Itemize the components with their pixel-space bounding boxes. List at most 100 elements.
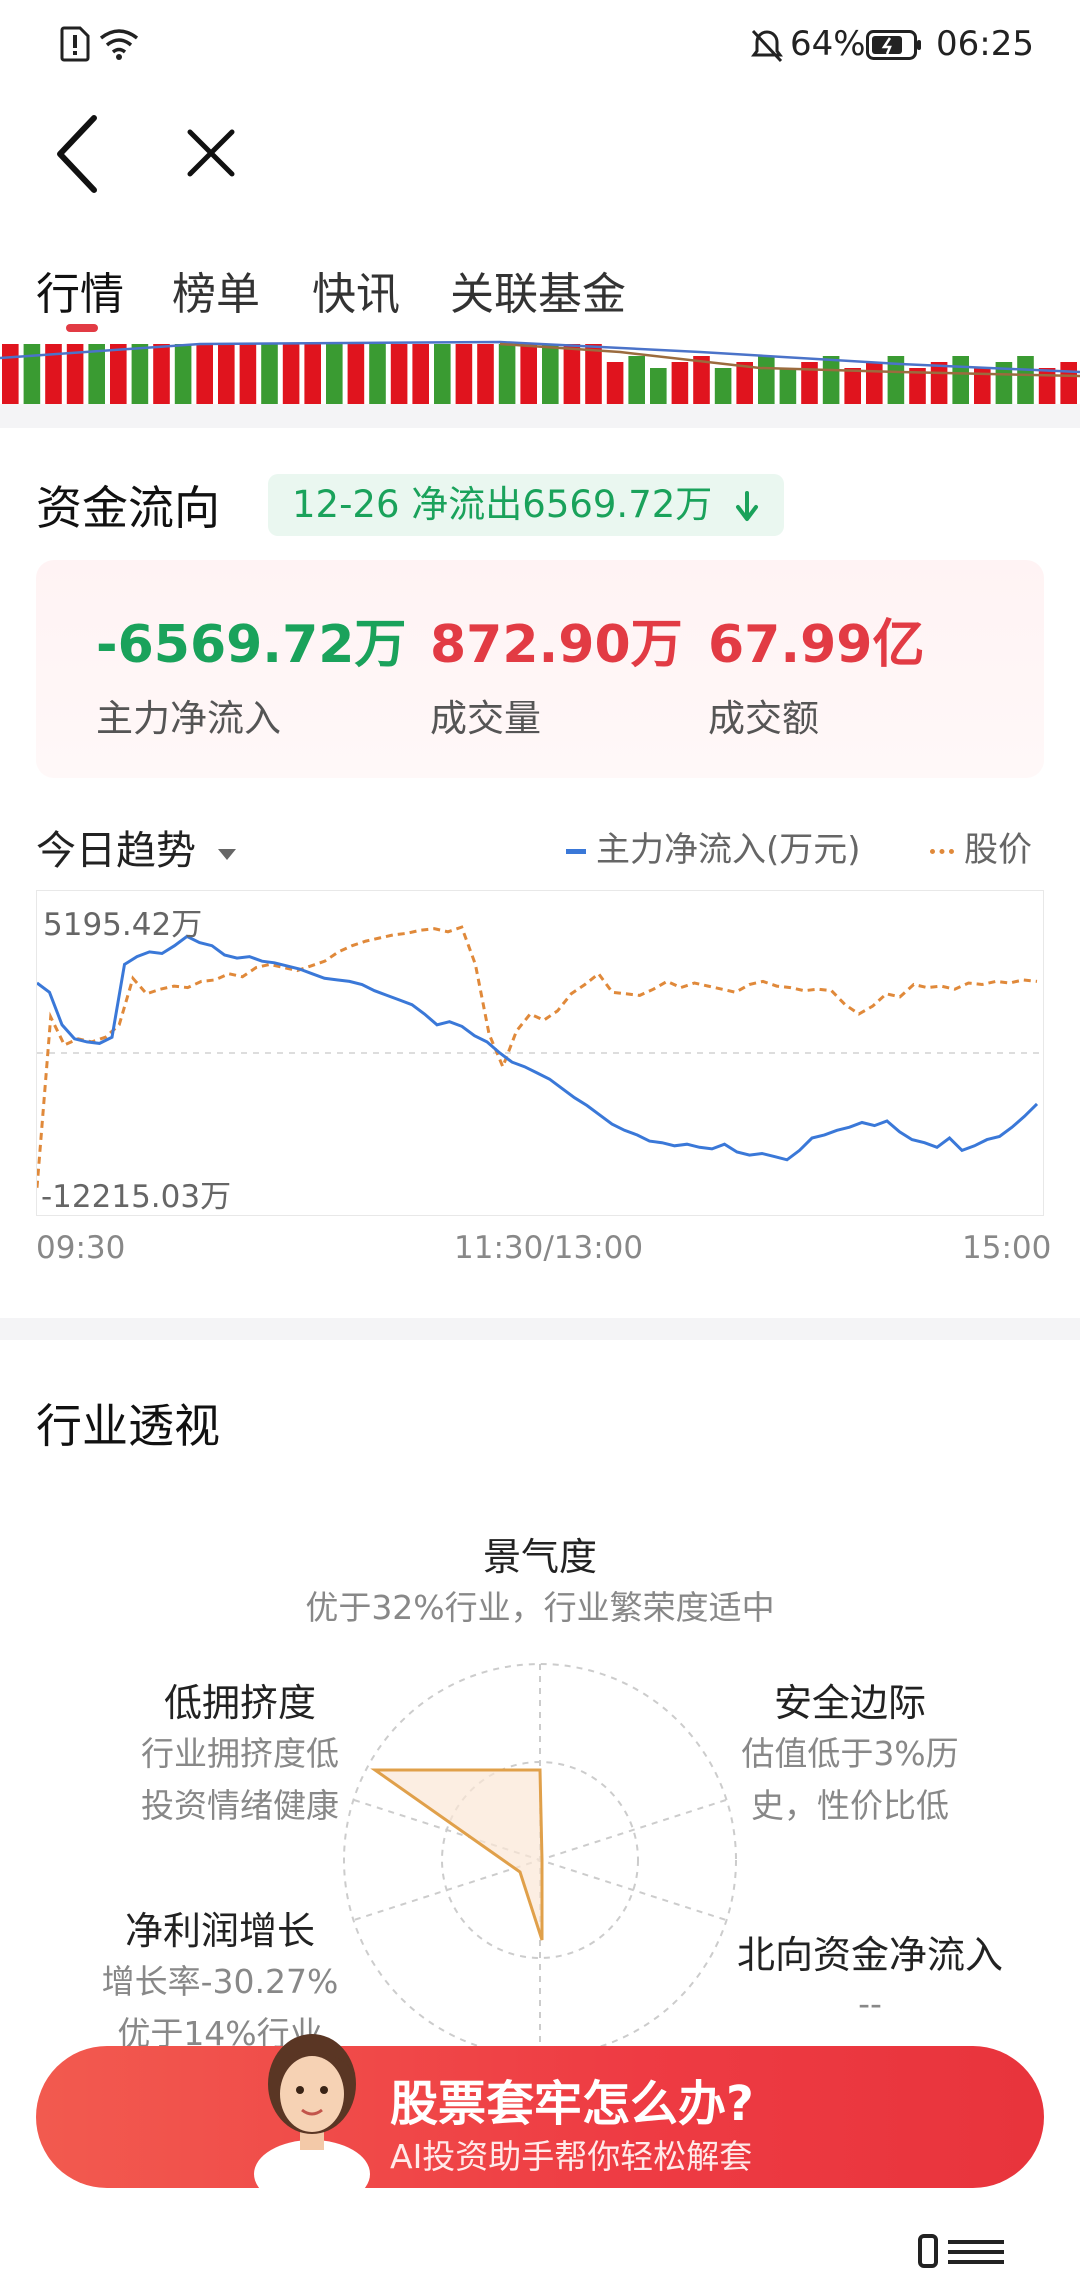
dim-safety-margin-desc-2: 史，性价比低 xyxy=(751,1786,949,1825)
radar-area xyxy=(370,1768,544,1941)
strip-candle xyxy=(477,344,494,404)
mute-bell-icon xyxy=(751,29,783,63)
back-button[interactable] xyxy=(36,108,126,198)
wifi-icon xyxy=(99,29,139,60)
strip-candle xyxy=(412,344,429,404)
dim-northbound-desc: -- xyxy=(858,1984,882,2023)
strip-candle xyxy=(131,344,149,404)
legend-dashed-swatch xyxy=(930,849,954,854)
strip-candle xyxy=(844,368,861,404)
strip-candle xyxy=(779,368,797,404)
strip-candle xyxy=(218,344,235,404)
tab-related-funds[interactable]: 关联基金 xyxy=(450,258,626,322)
strip-candle xyxy=(239,344,257,404)
strip-candle xyxy=(390,344,408,404)
dim-low-crowding-desc-1: 行业拥挤度低 xyxy=(141,1734,339,1773)
strip-candle xyxy=(930,362,948,404)
trend-title: 今日趋势 xyxy=(36,828,196,874)
volume-label: 成交量 xyxy=(430,697,541,740)
strip-candle xyxy=(822,356,840,404)
strip-candle xyxy=(498,344,516,404)
dim-profit-growth-desc-1: 增长率-30.27% xyxy=(101,1962,339,2001)
main-net-inflow-label: 主力净流入 xyxy=(96,697,281,740)
trend-selector[interactable]: 今日趋势 xyxy=(36,818,239,876)
tab-active-indicator xyxy=(66,324,98,332)
net-inflow-series-line xyxy=(36,934,1039,1162)
dim-safety-margin-desc-1: 估值低于3%历 xyxy=(741,1734,959,1773)
mini-kline-strip[interactable] xyxy=(0,338,1080,404)
net-outflow-badge: 12-26 净流出6569.72万 xyxy=(268,474,785,536)
section-divider xyxy=(0,404,1080,428)
strip-candle xyxy=(866,362,883,404)
strip-candle xyxy=(542,344,559,404)
strip-candle xyxy=(2,344,19,404)
main-net-inflow-value: -6569.72万 xyxy=(96,615,407,675)
strip-candle xyxy=(1017,356,1034,404)
tab-news[interactable]: 快讯 xyxy=(312,258,400,322)
strip-candle xyxy=(563,344,581,404)
battery-percent: 64% xyxy=(790,24,866,64)
volume-value: 872.90万 xyxy=(430,615,683,675)
tab-quotes[interactable]: 行情 xyxy=(36,258,124,322)
strip-candle xyxy=(455,344,473,404)
strip-candle xyxy=(952,356,969,404)
strip-candle xyxy=(736,362,753,404)
strip-candle xyxy=(628,356,645,404)
fund-flow-title: 资金流向 xyxy=(36,481,220,535)
strip-candle xyxy=(153,344,170,404)
dim-safety-margin-name: 安全边际 xyxy=(773,1681,926,1725)
turnover-value: 67.99亿 xyxy=(708,615,925,675)
dim-northbound-name: 北向资金净流入 xyxy=(736,1933,1003,1977)
strip-candle xyxy=(282,344,300,404)
down-arrow-icon xyxy=(736,490,759,521)
ai-assistant-banner[interactable]: 股票套牢怎么办? AI投资助手帮你轻松解套 xyxy=(36,2034,1044,2188)
strip-candle xyxy=(196,344,213,404)
strip-candle xyxy=(23,344,41,404)
close-button[interactable] xyxy=(166,108,256,198)
strip-candle xyxy=(88,344,105,404)
strip-candle xyxy=(520,344,537,404)
caret-down-icon xyxy=(217,849,236,860)
legend-price: 股价 xyxy=(930,822,1032,871)
dim-prosperity-desc: 优于32%行业，行业繁荣度适中 xyxy=(305,1588,775,1627)
strip-candle xyxy=(671,362,689,404)
battery-icon xyxy=(866,30,921,60)
system-nav-bar xyxy=(0,2222,1080,2280)
x-label-close: 15:00 xyxy=(962,1230,1052,1266)
turnover-label: 成交额 xyxy=(708,697,819,740)
status-bar: 64% 06:25 xyxy=(0,0,1080,92)
y-max-label: 5195.42万 xyxy=(43,907,203,943)
gesture-menu-icon[interactable] xyxy=(918,2232,1008,2272)
strip-candle xyxy=(174,344,192,404)
legend-solid-swatch xyxy=(566,849,586,854)
industry-radar-chart[interactable] xyxy=(340,1660,740,2060)
sim-alert-icon xyxy=(60,26,90,62)
strip-candle xyxy=(347,344,365,404)
strip-candle xyxy=(110,344,127,404)
strip-candle xyxy=(326,344,343,404)
strip-candle xyxy=(1060,362,1077,404)
dim-low-crowding-desc-2: 投资情绪健康 xyxy=(141,1786,339,1825)
y-min-label: -12215.03万 xyxy=(41,1179,232,1215)
strip-candle xyxy=(606,362,624,404)
strip-candle xyxy=(434,344,451,404)
price-series-line xyxy=(35,925,1038,1188)
legend-price-text: 股价 xyxy=(964,830,1032,870)
assistant-avatar xyxy=(254,2034,370,2188)
dim-profit-growth-name: 净利润增长 xyxy=(124,1909,315,1953)
tab-rankings[interactable]: 榜单 xyxy=(172,258,260,322)
industry-title: 行业透视 xyxy=(36,1399,220,1453)
strip-candle xyxy=(714,368,732,404)
intraday-chart[interactable]: 5195.42万 -12215.03万 xyxy=(35,890,1044,1216)
x-label-open: 09:30 xyxy=(36,1230,126,1266)
strip-candle xyxy=(304,344,321,404)
close-icon xyxy=(187,129,235,177)
banner-title: 股票套牢怎么办? xyxy=(390,2076,754,2132)
strip-candle xyxy=(758,356,775,404)
legend-net-inflow: 主力净流入(万元) xyxy=(566,822,861,871)
legend-net-inflow-text: 主力净流入(万元) xyxy=(596,830,861,870)
x-label-midday: 11:30/13:00 xyxy=(454,1230,644,1266)
dim-low-crowding-name: 低拥挤度 xyxy=(163,1681,316,1725)
fund-flow-card: -6569.72万 主力净流入 872.90万 成交量 67.99亿 成交额 xyxy=(36,560,1044,778)
strip-candle xyxy=(369,344,386,404)
